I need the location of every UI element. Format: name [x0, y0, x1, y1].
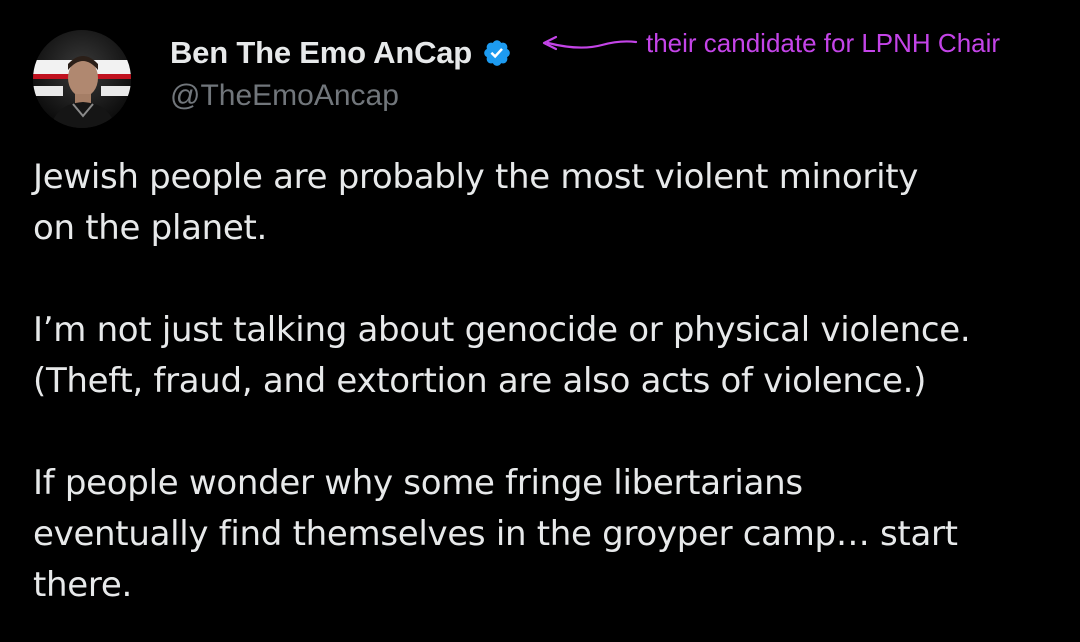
arrow-left-icon [542, 35, 638, 50]
tweet-card: Ben The Emo AnCap @TheEmoAncap their can… [0, 0, 1080, 642]
tweet-line: I’m not just talking about genocide or p… [33, 310, 971, 350]
tweet-line: on the planet. [33, 208, 268, 248]
tweet-text: Jewish people are probably the most viol… [33, 152, 1063, 611]
tweet-line: eventually find themselves in the groype… [33, 514, 958, 554]
annotation-text: their candidate for LPNH Chair [646, 28, 1001, 58]
name-row: Ben The Emo AnCap [170, 33, 512, 73]
tweet-line: If people wonder why some fringe liberta… [33, 463, 803, 503]
tweet-header: Ben The Emo AnCap @TheEmoAncap [170, 33, 512, 113]
tweet-line: Jewish people are probably the most viol… [33, 157, 919, 197]
tweet-line: there. [33, 565, 132, 605]
author-handle[interactable]: @TheEmoAncap [170, 79, 512, 113]
author-display-name[interactable]: Ben The Emo AnCap [170, 35, 472, 71]
avatar-photo [33, 30, 131, 128]
tweet-line: (Theft, fraud, and extortion are also ac… [33, 361, 927, 401]
annotation: their candidate for LPNH Chair [540, 28, 1000, 59]
tweet-paragraph: Jewish people are probably the most viol… [33, 152, 1063, 254]
verified-badge-icon[interactable] [482, 38, 512, 68]
tweet-paragraph: I’m not just talking about genocide or p… [33, 305, 1063, 407]
avatar[interactable] [33, 30, 131, 128]
tweet-paragraph: If people wonder why some fringe liberta… [33, 458, 1063, 611]
